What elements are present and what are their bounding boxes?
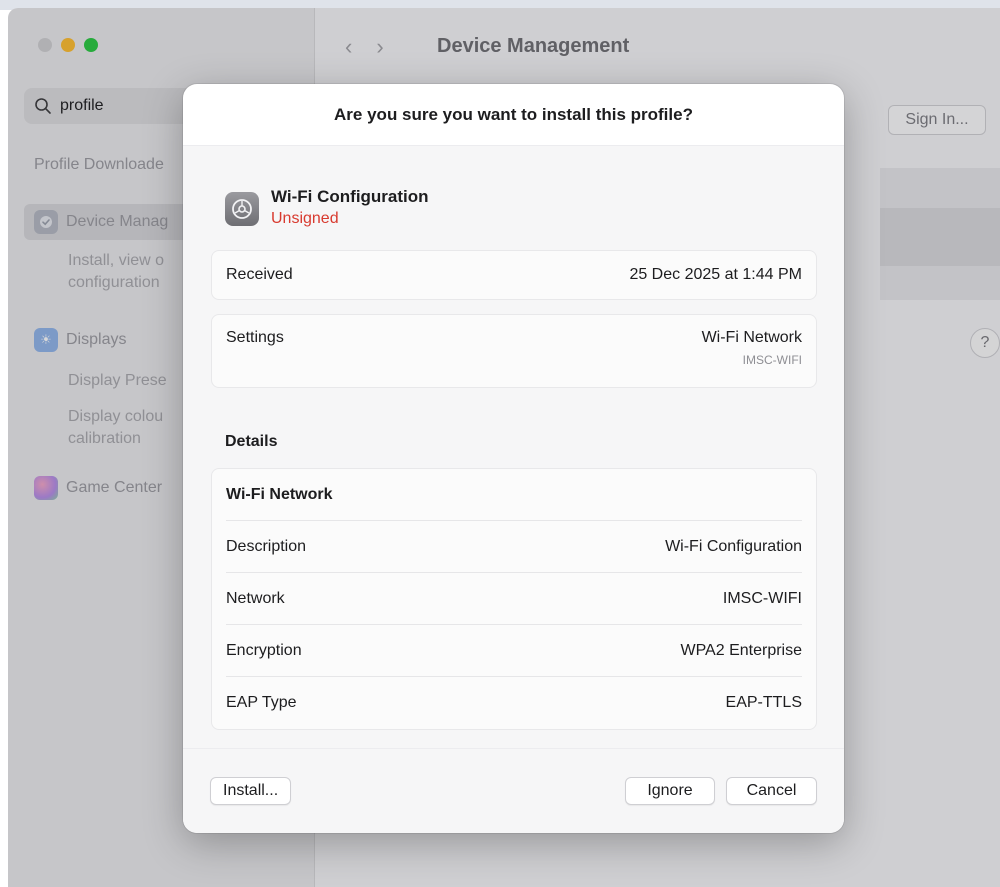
install-button[interactable]: Install... <box>210 777 292 805</box>
details-header-label: Wi-Fi Network <box>226 485 333 503</box>
install-profile-dialog: Are you sure you want to install this pr… <box>183 84 844 833</box>
cancel-button[interactable]: Cancel <box>726 777 817 805</box>
settings-label: Settings <box>226 329 284 346</box>
row-label: EAP Type <box>226 694 297 711</box>
gear-icon <box>225 192 259 226</box>
row-label: Network <box>226 589 285 607</box>
row-value: IMSC-WIFI <box>722 589 802 607</box>
details-heading: Details <box>225 433 278 450</box>
details-row-network: Network IMSC-WIFI <box>226 573 802 625</box>
details-row-eap-type: EAP Type EAP-TTLS <box>226 677 802 729</box>
profile-name: Wi-Fi Configuration <box>271 187 429 206</box>
details-header: Wi-Fi Network <box>226 469 802 521</box>
received-value: 25 Dec 2025 at 1:44 PM <box>629 266 802 283</box>
row-value: Wi-Fi Configuration <box>665 537 802 555</box>
dialog-title: Are you sure you want to install this pr… <box>183 84 844 146</box>
dialog-footer: Install... Ignore Cancel <box>183 748 844 833</box>
settings-value: Wi-Fi Network IMSC-WIFI <box>702 329 802 367</box>
settings-value-main: Wi-Fi Network <box>701 329 802 346</box>
details-card: Wi-Fi Network Description Wi-Fi Configur… <box>211 468 817 730</box>
row-label: Description <box>226 537 307 555</box>
settings-value-sub: IMSC-WIFI <box>742 353 802 367</box>
details-row-description: Description Wi-Fi Configuration <box>226 521 802 573</box>
profile-summary: Wi-Fi Configuration Unsigned <box>225 186 429 230</box>
dialog-body: Wi-Fi Configuration Unsigned Received 25… <box>183 146 844 748</box>
profile-status-unsigned: Unsigned <box>271 210 339 227</box>
row-value: EAP-TTLS <box>725 694 802 711</box>
received-label: Received <box>226 266 293 283</box>
details-row-encryption: Encryption WPA2 Enterprise <box>226 625 802 677</box>
ignore-button[interactable]: Ignore <box>625 777 715 805</box>
received-card: Received 25 Dec 2025 at 1:44 PM <box>211 250 817 300</box>
row-value: WPA2 Enterprise <box>680 641 802 659</box>
settings-card: Settings Wi-Fi Network IMSC-WIFI <box>211 314 817 388</box>
row-label: Encryption <box>226 641 302 659</box>
